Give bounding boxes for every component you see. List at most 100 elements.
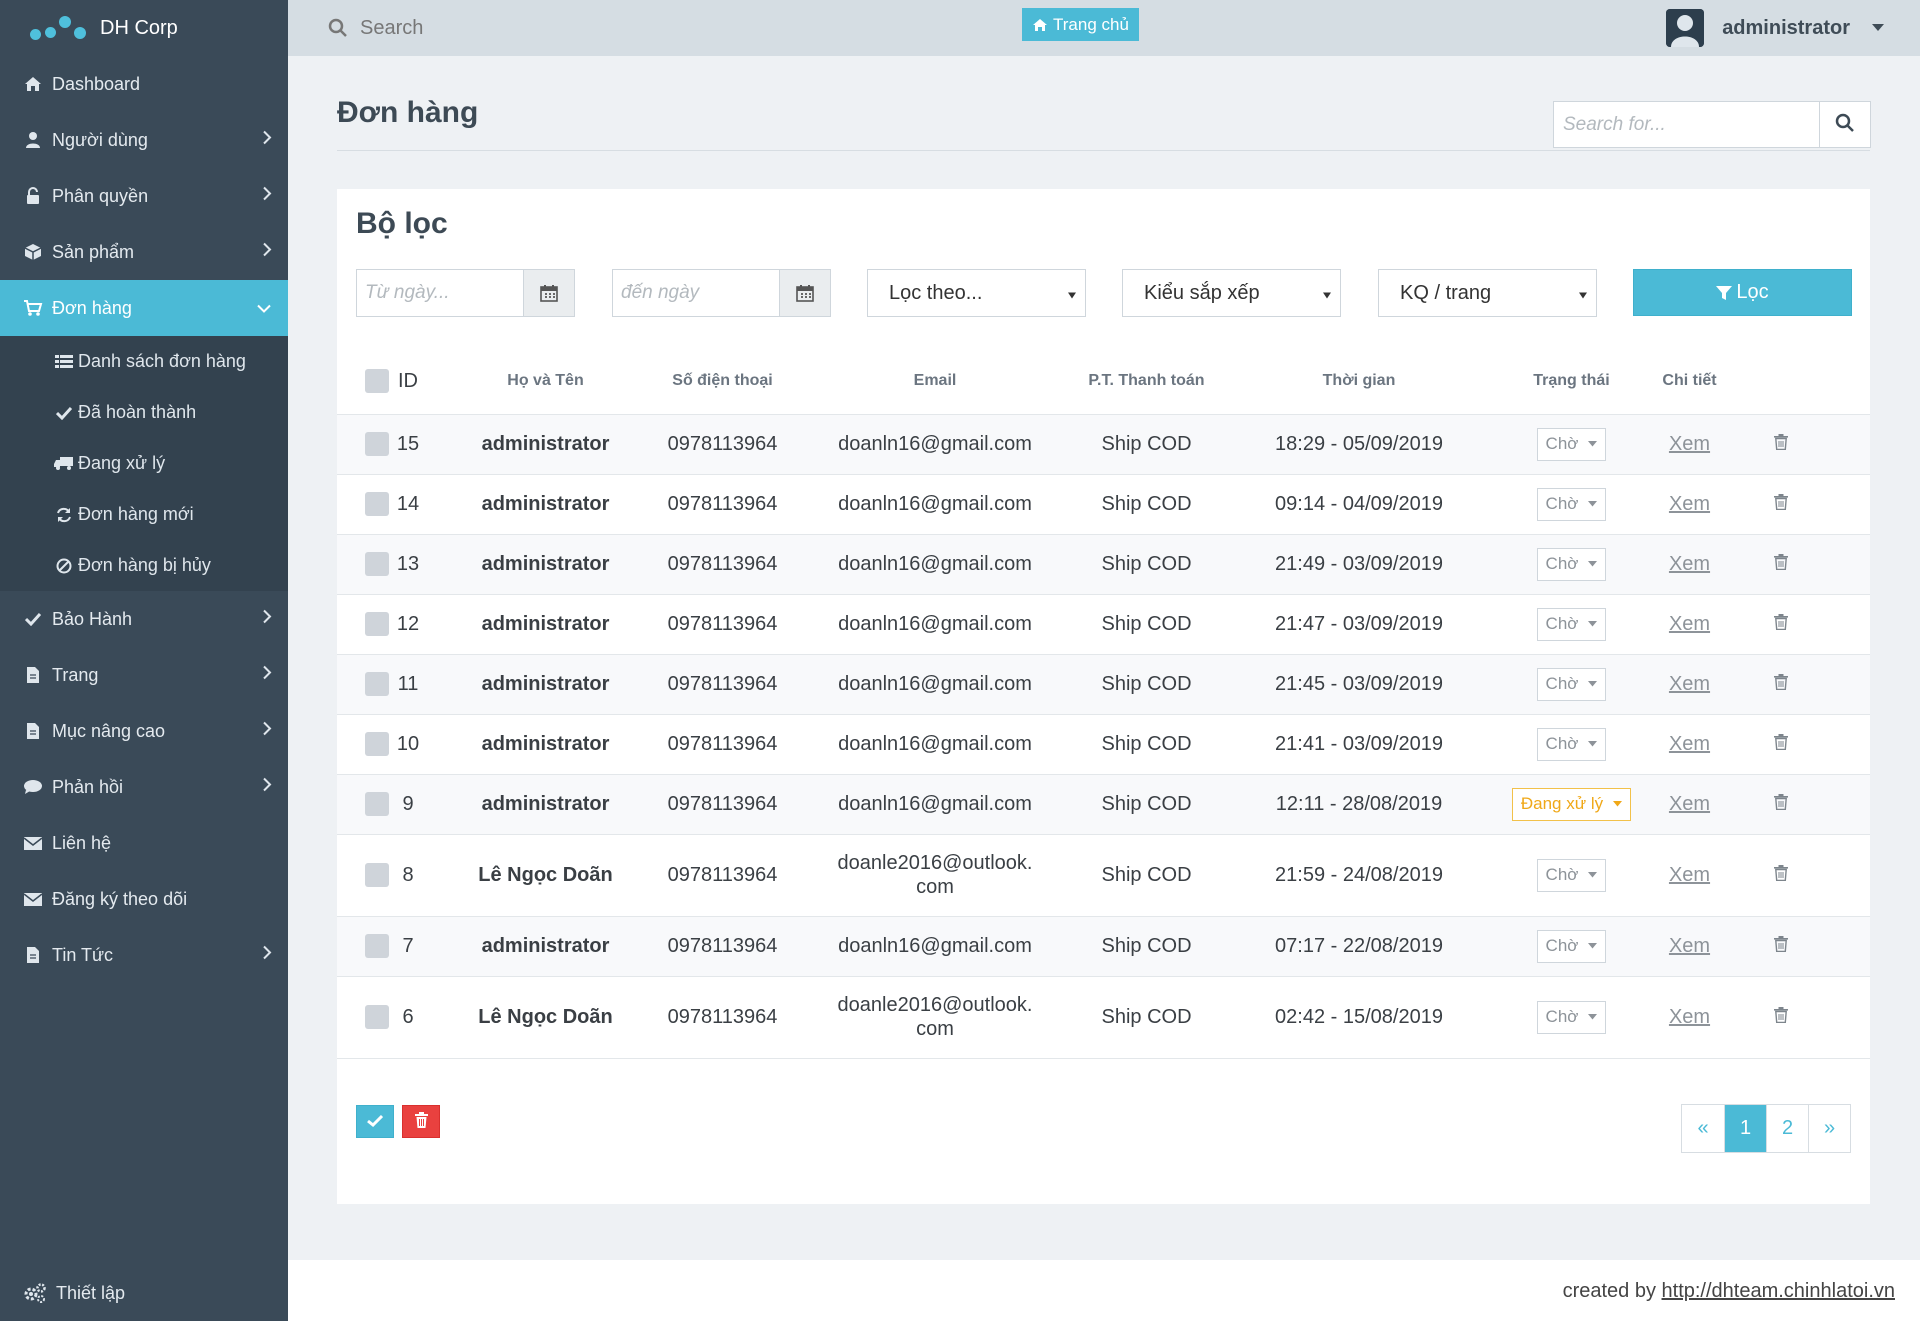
view-detail-link[interactable]: Xem [1669, 553, 1710, 575]
trash-icon[interactable] [1774, 493, 1788, 510]
trash-icon[interactable] [1774, 433, 1788, 450]
cell-payment: Ship COD [1085, 474, 1208, 535]
row-checkbox[interactable] [337, 474, 393, 535]
view-detail-link[interactable]: Xem [1669, 673, 1710, 695]
submenu-item-processing[interactable]: Đang xử lý [0, 438, 288, 489]
top-search[interactable]: Search [328, 0, 423, 56]
page-next[interactable]: » [1808, 1105, 1850, 1152]
sidebar-item-settings[interactable]: Thiết lập [0, 1265, 288, 1321]
sidebar-item-feedback[interactable]: Phản hồi [0, 759, 288, 815]
row-checkbox[interactable] [337, 834, 393, 917]
view-detail-link[interactable]: Xem [1669, 935, 1710, 957]
filter-button[interactable]: Lọc [1633, 269, 1852, 316]
cell-payment: Ship COD [1085, 714, 1208, 775]
trash-icon[interactable] [1774, 553, 1788, 570]
status-dropdown[interactable]: Chờ [1536, 727, 1607, 761]
per-page-select[interactable]: KQ / trang [1378, 269, 1597, 317]
sidebar-item-orders[interactable]: Đơn hàng [0, 280, 288, 336]
row-checkbox[interactable] [337, 654, 393, 715]
status-dropdown[interactable]: Chờ [1536, 487, 1607, 521]
sidebar-item-advanced[interactable]: Mục nâng cao [0, 703, 288, 759]
page-search-button[interactable] [1820, 102, 1870, 147]
cell-email: doanln16@gmail.com [785, 414, 1085, 475]
chevron-right-icon [262, 721, 272, 742]
trash-icon[interactable] [1774, 1006, 1788, 1023]
trash-icon[interactable] [1774, 935, 1788, 952]
from-date-input[interactable] [357, 270, 523, 316]
calendar-icon[interactable] [523, 270, 574, 316]
bulk-delete-button[interactable] [402, 1105, 440, 1138]
sidebar-item-warranty[interactable]: Bảo Hành [0, 591, 288, 647]
cell-email: doanln16@gmail.com [785, 534, 1085, 595]
sidebar-item-label: Mục nâng cao [52, 720, 166, 741]
file-icon [22, 722, 44, 740]
status-dropdown[interactable]: Chờ [1536, 547, 1607, 581]
sidebar-item-contact[interactable]: Liên hệ [0, 815, 288, 871]
row-checkbox[interactable] [337, 534, 393, 595]
trash-icon[interactable] [1774, 864, 1788, 881]
view-detail-link[interactable]: Xem [1669, 793, 1710, 815]
cell-spacer [1816, 976, 1870, 1059]
page-2[interactable]: 2 [1766, 1105, 1808, 1152]
row-checkbox[interactable] [337, 594, 393, 655]
status-dropdown[interactable]: Chờ [1536, 858, 1607, 892]
page-search-input[interactable] [1554, 102, 1820, 147]
brand[interactable]: DH Corp [0, 0, 288, 56]
view-detail-link[interactable]: Xem [1669, 433, 1710, 455]
view-detail-link[interactable]: Xem [1669, 864, 1710, 886]
sidebar-item-permissions[interactable]: Phân quyền [0, 168, 288, 224]
footer-prefix: created by [1562, 1280, 1662, 1302]
view-detail-link[interactable]: Xem [1669, 613, 1710, 635]
filter-by-select[interactable]: Lọc theo... [867, 269, 1086, 317]
trash-icon[interactable] [1774, 673, 1788, 690]
submenu-item-order-list[interactable]: Danh sách đơn hàng [0, 336, 288, 387]
view-detail-link[interactable]: Xem [1669, 1006, 1710, 1028]
status-dropdown[interactable]: Đang xử lý [1511, 787, 1632, 821]
user-menu[interactable]: administrator [1666, 0, 1884, 56]
trash-icon[interactable] [1774, 613, 1788, 630]
status-dropdown[interactable]: Chờ [1536, 929, 1607, 963]
envelope-icon [22, 892, 44, 907]
row-checkbox[interactable] [337, 916, 393, 977]
chevron-right-icon [262, 777, 272, 798]
sidebar-item-subscriptions[interactable]: Đăng ký theo dõi [0, 871, 288, 927]
view-detail-link[interactable]: Xem [1669, 493, 1710, 515]
calendar-icon[interactable] [779, 270, 830, 316]
trash-icon[interactable] [1774, 793, 1788, 810]
filter-button-label: Lọc [1736, 281, 1769, 303]
filter-title: Bộ lọc [356, 207, 448, 240]
status-dropdown[interactable]: Chờ [1536, 607, 1607, 641]
sidebar-item-products[interactable]: Sản phẩm [0, 224, 288, 280]
sort-type-select[interactable]: Kiểu sắp xếp [1122, 269, 1341, 317]
cell-delete [1746, 916, 1816, 977]
sidebar-item-users[interactable]: Người dùng [0, 112, 288, 168]
submenu-item-new-orders[interactable]: Đơn hàng mới [0, 489, 288, 540]
row-checkbox[interactable] [337, 714, 393, 775]
sidebar-item-news[interactable]: Tin Tức [0, 927, 288, 983]
home-button[interactable]: Trang chủ [1022, 8, 1139, 41]
caret-down-icon [1588, 943, 1598, 949]
submenu-item-completed[interactable]: Đã hoàn thành [0, 387, 288, 438]
page-1[interactable]: 1 [1724, 1105, 1766, 1152]
sidebar-item-pages[interactable]: Trang [0, 647, 288, 703]
row-checkbox[interactable] [337, 774, 393, 835]
from-date [356, 269, 575, 317]
trash-icon[interactable] [1774, 733, 1788, 750]
submenu-item-cancelled[interactable]: Đơn hàng bị hủy [0, 540, 288, 591]
status-dropdown[interactable]: Chờ [1536, 427, 1607, 461]
to-date-input[interactable] [613, 270, 779, 316]
view-detail-link[interactable]: Xem [1669, 733, 1710, 755]
chevron-down-icon [256, 298, 272, 319]
cell-status: Chờ [1510, 834, 1633, 917]
page-prev[interactable]: « [1682, 1105, 1724, 1152]
submenu-item-label: Danh sách đơn hàng [78, 351, 246, 371]
footer-link[interactable]: http://dhteam.chinhlatoi.vn [1662, 1280, 1895, 1302]
status-dropdown[interactable]: Chờ [1536, 1000, 1607, 1034]
select-all-checkbox[interactable] [337, 349, 393, 415]
status-dropdown[interactable]: Chờ [1536, 667, 1607, 701]
sidebar-item-dashboard[interactable]: Dashboard [0, 56, 288, 112]
row-checkbox[interactable] [337, 976, 393, 1059]
row-checkbox[interactable] [337, 414, 393, 475]
caret-down-icon [1588, 621, 1598, 627]
bulk-complete-button[interactable] [356, 1105, 394, 1138]
